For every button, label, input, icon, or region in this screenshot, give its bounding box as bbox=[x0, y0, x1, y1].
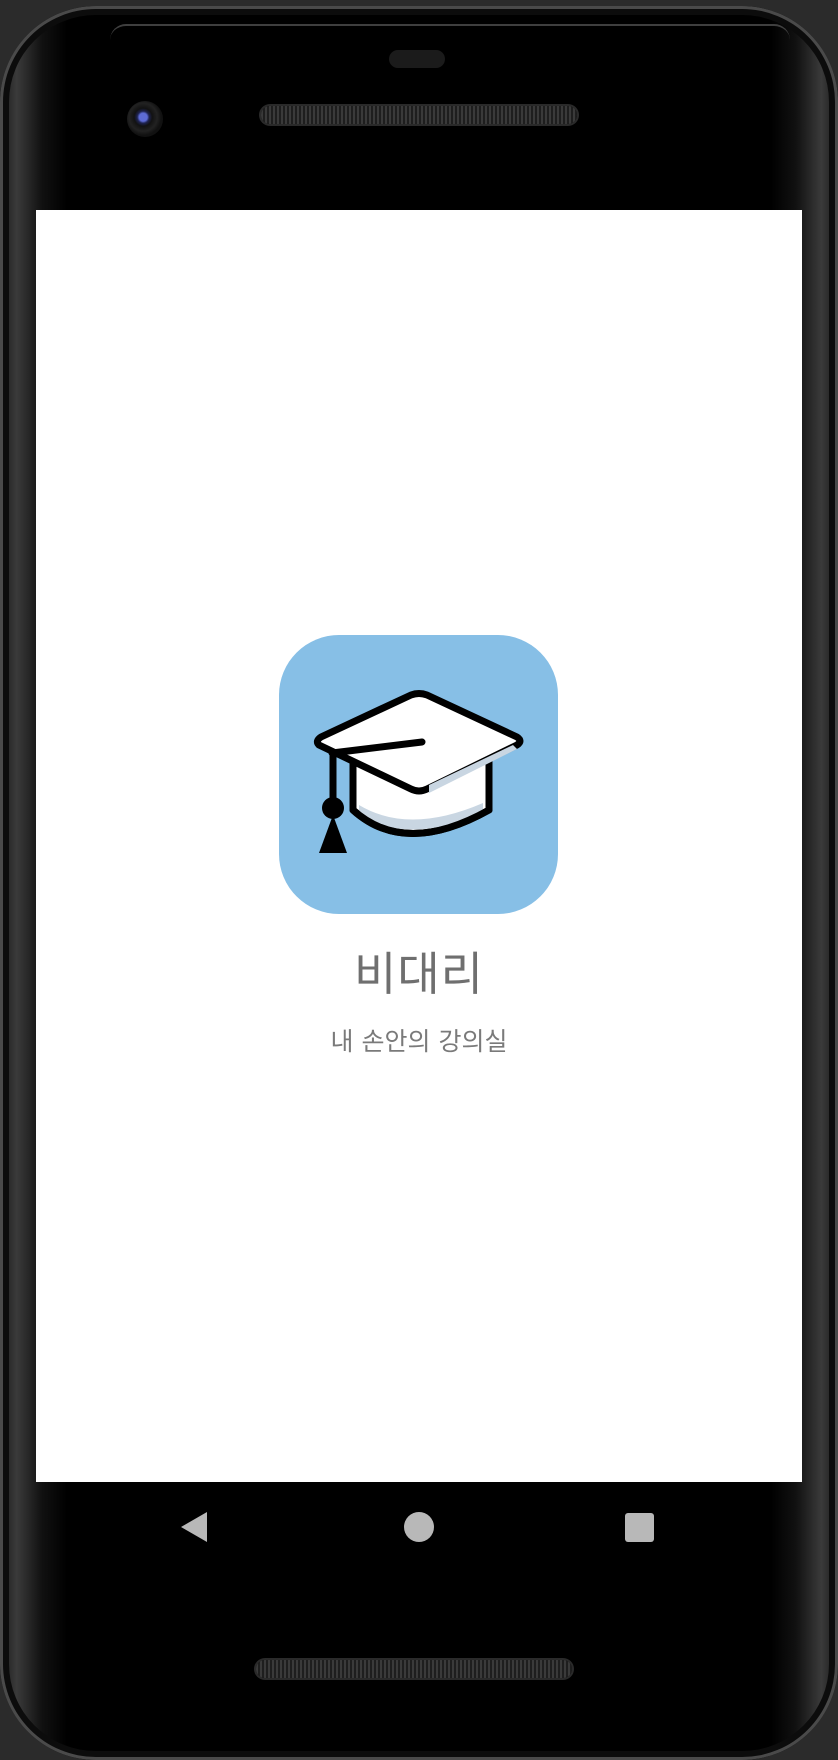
recents-button[interactable] bbox=[614, 1502, 664, 1552]
graduation-cap-icon bbox=[313, 690, 524, 853]
app-title: 비대리 bbox=[354, 947, 484, 1001]
front-camera-icon bbox=[127, 101, 163, 137]
frame-highlight bbox=[110, 24, 790, 40]
app-subtitle: 내 손안의 강의실 bbox=[330, 1027, 508, 1056]
recents-square-icon bbox=[624, 1512, 654, 1542]
home-button[interactable] bbox=[394, 1502, 444, 1552]
back-triangle-icon bbox=[181, 1512, 207, 1542]
home-circle-icon bbox=[404, 1512, 434, 1542]
back-button[interactable] bbox=[169, 1502, 219, 1552]
splash-screen: 비대리 내 손안의 강의실 bbox=[36, 210, 802, 1482]
system-navigation-bar bbox=[36, 1482, 802, 1572]
phone-frame: 비대리 내 손안의 강의실 bbox=[0, 6, 838, 1760]
app-logo bbox=[279, 635, 558, 914]
proximity-sensor bbox=[389, 50, 445, 68]
earpiece-speaker bbox=[261, 106, 577, 124]
bottom-speaker bbox=[256, 1660, 572, 1678]
